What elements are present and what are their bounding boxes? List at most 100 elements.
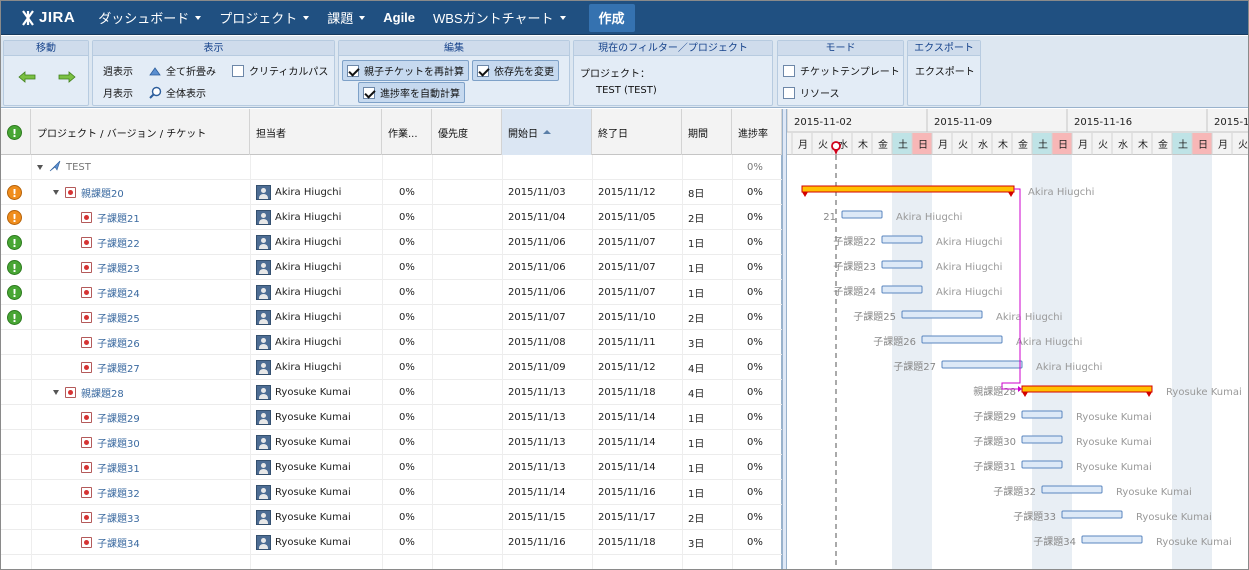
ticket-name[interactable]: 親課題20 (81, 185, 124, 200)
table-row[interactable]: 子課題26 Akira Hiugchi 0% 2015/11/08 2015/11/11… (1, 330, 782, 355)
header-end-date[interactable]: 終了日 (592, 109, 682, 155)
ticket-name[interactable]: 子課題34 (97, 535, 140, 550)
header-priority-status[interactable]: ! (1, 109, 31, 155)
ticket-name[interactable]: 子課題27 (97, 360, 140, 375)
task-bar[interactable] (1081, 535, 1143, 544)
ticket-cell[interactable]: 親課題28 (53, 380, 124, 405)
table-row[interactable]: ! 子課題22 Akira Hiugchi 0% 2015/11/06 2015/11/0… (1, 230, 782, 255)
ticket-name[interactable]: 子課題24 (97, 285, 140, 300)
expand-arrow-icon[interactable] (53, 190, 59, 195)
header-assignee[interactable]: 担当者 (250, 109, 382, 155)
table-row[interactable]: 子課題30 Ryosuke Kumai 0% 2015/11/13 2015/11/14… (1, 430, 782, 455)
table-row[interactable]: ! 子課題25 Akira Hiugchi 0% 2015/11/07 2015/11/1… (1, 305, 782, 330)
nav-item-0[interactable]: ダッシュボード (89, 1, 210, 35)
ticket-cell[interactable]: 子課題31 (81, 455, 140, 480)
collapse-all-button[interactable]: 全て折畳み (149, 63, 216, 78)
ticket-name[interactable]: 子課題32 (97, 485, 140, 500)
task-bar[interactable] (881, 235, 923, 244)
table-row[interactable]: 子課題33 Ryosuke Kumai 0% 2015/11/15 2015/11/17… (1, 505, 782, 530)
table-row[interactable]: ! 子課題23 Akira Hiugchi 0% 2015/11/06 2015/11/0… (1, 255, 782, 280)
recalc-parent-checkbox[interactable] (347, 64, 359, 77)
table-row[interactable]: 子課題32 Ryosuke Kumai 0% 2015/11/14 2015/11/16… (1, 480, 782, 505)
ticket-cell[interactable]: 子課題34 (81, 530, 140, 555)
change-dependency-toggle[interactable]: 依存先を変更 (472, 60, 559, 81)
nav-item-4[interactable]: WBSガントチャート (424, 1, 574, 35)
table-row[interactable]: 子課題34 Ryosuke Kumai 0% 2015/11/16 2015/11/18… (1, 530, 782, 555)
header-priority[interactable]: 優先度 (432, 109, 502, 155)
ticket-cell[interactable]: 子課題27 (81, 355, 140, 380)
table-row[interactable]: ! 子課題24 Akira Hiugchi 0% 2015/11/06 2015/11/0… (1, 280, 782, 305)
filter-value[interactable]: TEST (TEST) (596, 85, 657, 96)
jira-logo[interactable]: JIRA (19, 9, 75, 27)
month-view-button[interactable]: 月表示 (103, 85, 133, 100)
header-work[interactable]: 作業... (382, 109, 432, 155)
create-button[interactable]: 作成 (588, 3, 635, 32)
ticket-name[interactable]: 子課題29 (97, 410, 140, 425)
task-bar[interactable] (1021, 410, 1063, 419)
table-row[interactable]: ! 子課題21 Akira Hiugchi 0% 2015/11/04 2015/11/0… (1, 205, 782, 230)
header-progress[interactable]: 進捗率 (732, 109, 782, 155)
ticket-cell[interactable]: TEST (37, 155, 91, 180)
ticket-cell[interactable]: 子課題24 (81, 280, 140, 305)
task-bar[interactable] (1021, 435, 1063, 444)
change-dependency-checkbox[interactable] (477, 64, 489, 77)
export-button[interactable]: エクスポート (915, 63, 975, 78)
ticket-name[interactable]: 子課題31 (97, 460, 140, 475)
nav-item-3[interactable]: Agile (374, 1, 424, 35)
whole-view-button[interactable]: 全体表示 (149, 85, 206, 100)
table-row[interactable]: 親課題28 Ryosuke Kumai 0% 2015/11/13 2015/11/18… (1, 380, 782, 405)
week-view-button[interactable]: 週表示 (103, 63, 133, 78)
critical-path-checkbox[interactable] (232, 64, 244, 77)
table-row[interactable]: 子課題31 Ryosuke Kumai 0% 2015/11/13 2015/11/14… (1, 455, 782, 480)
header-start-date[interactable]: 開始日 (502, 109, 592, 155)
ticket-cell[interactable]: 親課題20 (53, 180, 124, 205)
parent-task-bar[interactable] (801, 185, 1015, 193)
ticket-name[interactable]: 子課題22 (97, 235, 140, 250)
expand-arrow-icon[interactable] (37, 165, 43, 170)
task-bar[interactable] (941, 360, 1023, 369)
auto-progress-toggle[interactable]: 進捗率を自動計算 (358, 82, 465, 103)
ticket-name[interactable]: 子課題26 (97, 335, 140, 350)
task-bar[interactable] (881, 285, 923, 294)
nav-item-1[interactable]: プロジェクト (210, 1, 318, 35)
ticket-cell[interactable]: 子課題25 (81, 305, 140, 330)
task-bar[interactable] (901, 310, 983, 319)
ticket-cell[interactable]: 子課題29 (81, 405, 140, 430)
ticket-cell[interactable]: 子課題32 (81, 480, 140, 505)
auto-progress-checkbox[interactable] (363, 86, 375, 99)
resource-mode-checkbox[interactable] (783, 86, 795, 99)
move-back-button[interactable] (18, 71, 36, 83)
task-bar[interactable] (1041, 485, 1103, 494)
recalc-parent-toggle[interactable]: 親子チケットを再計算 (342, 60, 469, 81)
ticket-cell[interactable]: 子課題33 (81, 505, 140, 530)
task-bar[interactable] (841, 210, 883, 219)
header-duration[interactable]: 期間 (682, 109, 732, 155)
ticket-cell[interactable]: 子課題21 (81, 205, 140, 230)
ticket-cell[interactable]: 子課題23 (81, 255, 140, 280)
task-bar[interactable] (921, 335, 1003, 344)
ticket-cell[interactable]: 子課題22 (81, 230, 140, 255)
ticket-name[interactable]: 子課題23 (97, 260, 140, 275)
table-row[interactable]: 子課題29 Ryosuke Kumai 0% 2015/11/13 2015/11/14… (1, 405, 782, 430)
ticket-cell[interactable]: 子課題30 (81, 430, 140, 455)
table-row[interactable]: TEST 0% (1, 155, 782, 180)
task-bar[interactable] (1021, 460, 1063, 469)
ticket-name[interactable]: 子課題21 (97, 210, 140, 225)
ticket-name[interactable]: 親課題28 (81, 385, 124, 400)
task-bar[interactable] (1061, 510, 1123, 519)
header-ticket[interactable]: プロジェクト / バージョン / チケット (31, 109, 250, 155)
table-row[interactable]: 子課題27 Akira Hiugchi 0% 2015/11/09 2015/11/12… (1, 355, 782, 380)
template-mode-toggle[interactable]: チケットテンプレート (783, 63, 900, 78)
task-bar[interactable] (881, 260, 923, 269)
resource-mode-toggle[interactable]: リソース (783, 85, 840, 100)
template-mode-checkbox[interactable] (783, 64, 795, 77)
parent-task-bar[interactable] (1021, 385, 1153, 393)
ticket-name[interactable]: 子課題33 (97, 510, 140, 525)
table-row[interactable]: ! 親課題20 Akira Hiugchi 0% 2015/11/03 2015/11/1… (1, 180, 782, 205)
ticket-cell[interactable]: 子課題26 (81, 330, 140, 355)
move-forward-button[interactable] (58, 71, 76, 83)
ticket-name[interactable]: 子課題25 (97, 310, 140, 325)
expand-arrow-icon[interactable] (53, 390, 59, 395)
critical-path-toggle[interactable]: クリティカルパス (232, 63, 328, 78)
nav-item-2[interactable]: 課題 (318, 1, 374, 35)
